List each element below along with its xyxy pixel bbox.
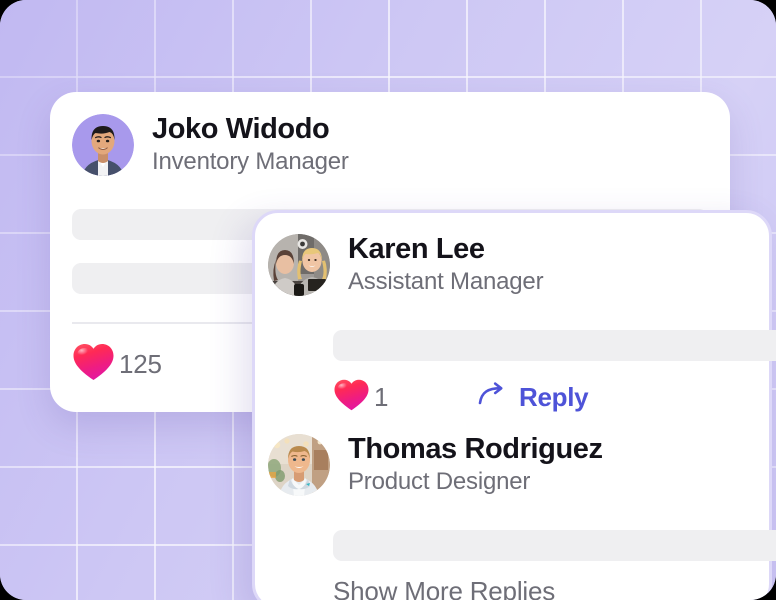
reply-author-karen-lee[interactable]: Karen Lee Assistant Manager	[268, 232, 544, 297]
main-post-author-name: Joko Widodo	[152, 113, 330, 145]
show-more-replies-link[interactable]: Show More Replies	[333, 576, 555, 600]
main-post-author[interactable]: Joko Widodo Inventory Manager	[72, 112, 349, 177]
reply-author-name: Thomas Rodriguez	[348, 433, 603, 465]
heart-emoji-icon[interactable]	[72, 342, 115, 387]
reply-button[interactable]: Reply	[478, 382, 718, 413]
reply-author-role: Product Designer	[348, 468, 531, 496]
main-post-author-role: Inventory Manager	[152, 148, 349, 176]
reply-body-line-karen	[333, 330, 776, 361]
reply-reaction-count: 1	[374, 382, 389, 412]
reply-body-line-thomas	[333, 530, 776, 561]
reply-author-thomas-rodriguez[interactable]: Thomas Rodriguez Product Designer	[268, 432, 603, 497]
main-post-author-meta: Joko Widodo Inventory Manager	[152, 112, 349, 177]
reply-author-meta-thomas: Thomas Rodriguez Product Designer	[348, 432, 603, 497]
heart-emoji-icon[interactable]	[333, 378, 370, 417]
reply-author-role: Assistant Manager	[348, 268, 544, 296]
reply-author-name: Karen Lee	[348, 233, 485, 265]
reply-reaction-karen[interactable]: 1	[333, 378, 478, 417]
avatar-thomas-rodriguez[interactable]	[268, 433, 330, 496]
main-post-reaction[interactable]: 125	[72, 342, 162, 387]
reply-button-label: Reply	[519, 382, 589, 412]
avatar-karen-lee[interactable]	[268, 233, 330, 296]
replies-card: Karen Lee Assistant Manager 1 Reply Thom…	[252, 210, 776, 600]
main-post-reaction-count: 125	[119, 349, 162, 379]
reply-arrow-icon	[478, 382, 508, 413]
reply-author-meta-karen: Karen Lee Assistant Manager	[348, 232, 544, 297]
avatar-joko-widodo[interactable]	[72, 113, 134, 176]
reply-actions-karen: 1 Reply 24	[333, 378, 776, 417]
comment-thread-illustration: Joko Widodo Inventory Manager 125 Karen …	[0, 0, 776, 600]
